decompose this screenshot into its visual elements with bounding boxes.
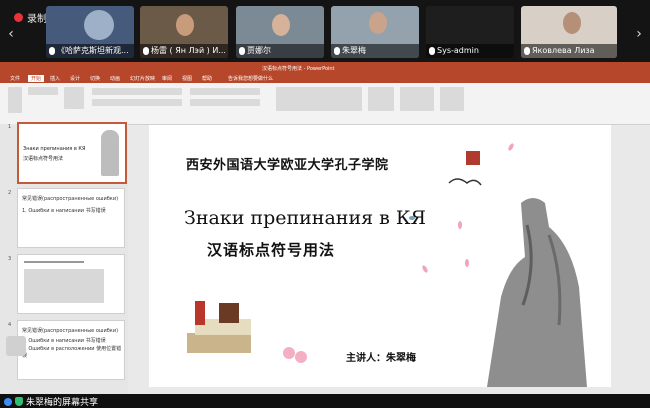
participant-tile-3[interactable]: 贾娜尔 [236,6,324,58]
thumb-subtitle: 汉语标点符号用法 [23,156,64,162]
tab-transitions[interactable]: 切换 [90,75,100,82]
record-dot-icon [14,13,23,22]
title-bar: 汉语标点符号用法 - PowerPoint [0,62,650,74]
thumb-number: 1 [8,124,12,130]
brush-holder-image [195,301,205,325]
participant-name: 朱翠梅 [342,46,366,55]
user-icon [4,397,12,406]
mic-icon [334,47,340,55]
screen-share-label: 朱翠梅的屏幕共享 [26,398,99,408]
mic-icon [143,47,149,55]
font-style-row[interactable] [92,99,182,106]
paragraph-row[interactable] [190,88,260,95]
thumbnail-slide-3[interactable] [17,254,125,314]
participant-name: 杨雷 ( Ян Лэй ) И... [151,46,226,55]
petal-icon [465,259,469,267]
thumb-line: 1. Ошибки в написании 书写错误 [22,338,106,344]
participant-name: Sys-admin [437,46,479,55]
thumb-title: 常见错误(распространенные ошибки) [22,196,119,202]
participant-tile-2[interactable]: 杨雷 ( Ян Лэй ) И... [140,6,228,58]
seal-stamp-icon [466,151,480,165]
tab-review[interactable]: 审阅 [162,75,172,82]
new-slide-button[interactable] [64,87,84,109]
ribbon-toolbar [0,83,650,125]
slide-title-cn: 西安外国语大学欧亚大学孔子学院 [186,158,389,173]
slide-subtitle-cn: 汉语标点符号用法 [207,241,336,259]
book-stack-image [187,333,251,353]
ribbon-tabs: 文件 开始 插入 设计 切换 动画 幻灯片放映 审阅 视图 帮助 告诉我您想要做… [0,74,650,83]
clipboard-group[interactable] [28,87,58,95]
petal-icon [458,221,462,229]
thumbnail-slide-4[interactable]: 常见错误(распространенные ошибки) 1. Ошибки … [17,320,125,380]
participant-tile-6[interactable]: Яковлева Лиза [521,6,617,58]
editing-group[interactable] [440,87,464,111]
thumb-number: 2 [8,190,12,196]
mic-icon [239,47,245,55]
thumb-line: 2. Ошибки в расположении 使用位置错误 [22,346,122,359]
petal-icon [422,265,428,273]
paste-button[interactable] [8,87,22,113]
cloud-icon [448,178,482,186]
participant-tile-1[interactable]: 《哈萨克斯坦新观... [46,6,134,58]
prev-participants-button[interactable]: ‹ [4,24,18,44]
tab-help[interactable]: 帮助 [202,75,212,82]
participant-name: Яковлева Лиза [532,46,595,55]
lecturer-label: 主讲人：朱翠梅 [346,353,416,364]
shield-icon [15,397,23,406]
tab-view[interactable]: 视图 [182,75,192,82]
thumb-figure-image [101,130,119,176]
thumb-number: 4 [8,322,12,328]
tab-file[interactable]: 文件 [10,75,20,82]
thumbnail-slide-1[interactable]: Знаки препинания в КЯ 汉语标点符号用法 [17,122,127,184]
thumbnail-slide-2[interactable]: 常见错误(распространенные ошибки) 1. Ошибки … [17,188,125,248]
tab-home[interactable]: 开始 [28,75,45,82]
confucius-statue-image [487,198,587,387]
lotus-icon [283,347,295,359]
mic-icon [49,47,55,55]
screen-share-indicator: 朱翠梅的屏幕共享 [4,395,98,408]
petal-icon [508,143,514,151]
shape-format-group[interactable] [400,87,434,111]
participant-name: 贾娜尔 [247,46,271,55]
font-box[interactable] [92,88,182,95]
tab-slideshow[interactable]: 幻灯片放映 [130,75,155,82]
mic-icon [524,47,530,55]
slide-title-ru: Знаки препинания в КЯ [184,207,426,229]
participant-name: 《哈萨克斯坦新观... [57,46,129,55]
participant-tile-5[interactable]: Sys-admin [426,6,514,58]
side-panel-button[interactable] [6,336,26,356]
mic-icon [429,47,435,55]
align-row[interactable] [190,99,260,106]
tab-insert[interactable]: 插入 [50,75,60,82]
next-participants-button[interactable]: › [632,24,646,44]
tell-me-search[interactable]: 告诉我您想要做什么 [228,75,273,82]
participant-tile-4[interactable]: 朱翠梅 [331,6,419,58]
thumb-line: 1. Ошибки в написании 书写错误 [22,208,106,214]
thumb-table-image [24,269,104,303]
tab-design[interactable]: 设计 [70,75,80,82]
thumb-title: 常见错误(распространенные ошибки) [22,328,119,334]
tab-animations[interactable]: 动画 [110,75,120,82]
arrange-button[interactable] [368,87,394,111]
thumb-title: Знаки препинания в КЯ [23,146,86,152]
thumb-number: 3 [8,256,12,262]
brush-pot-image [219,303,239,323]
shapes-gallery[interactable] [276,87,362,111]
window-title: 汉语标点符号用法 - PowerPoint [262,66,335,72]
